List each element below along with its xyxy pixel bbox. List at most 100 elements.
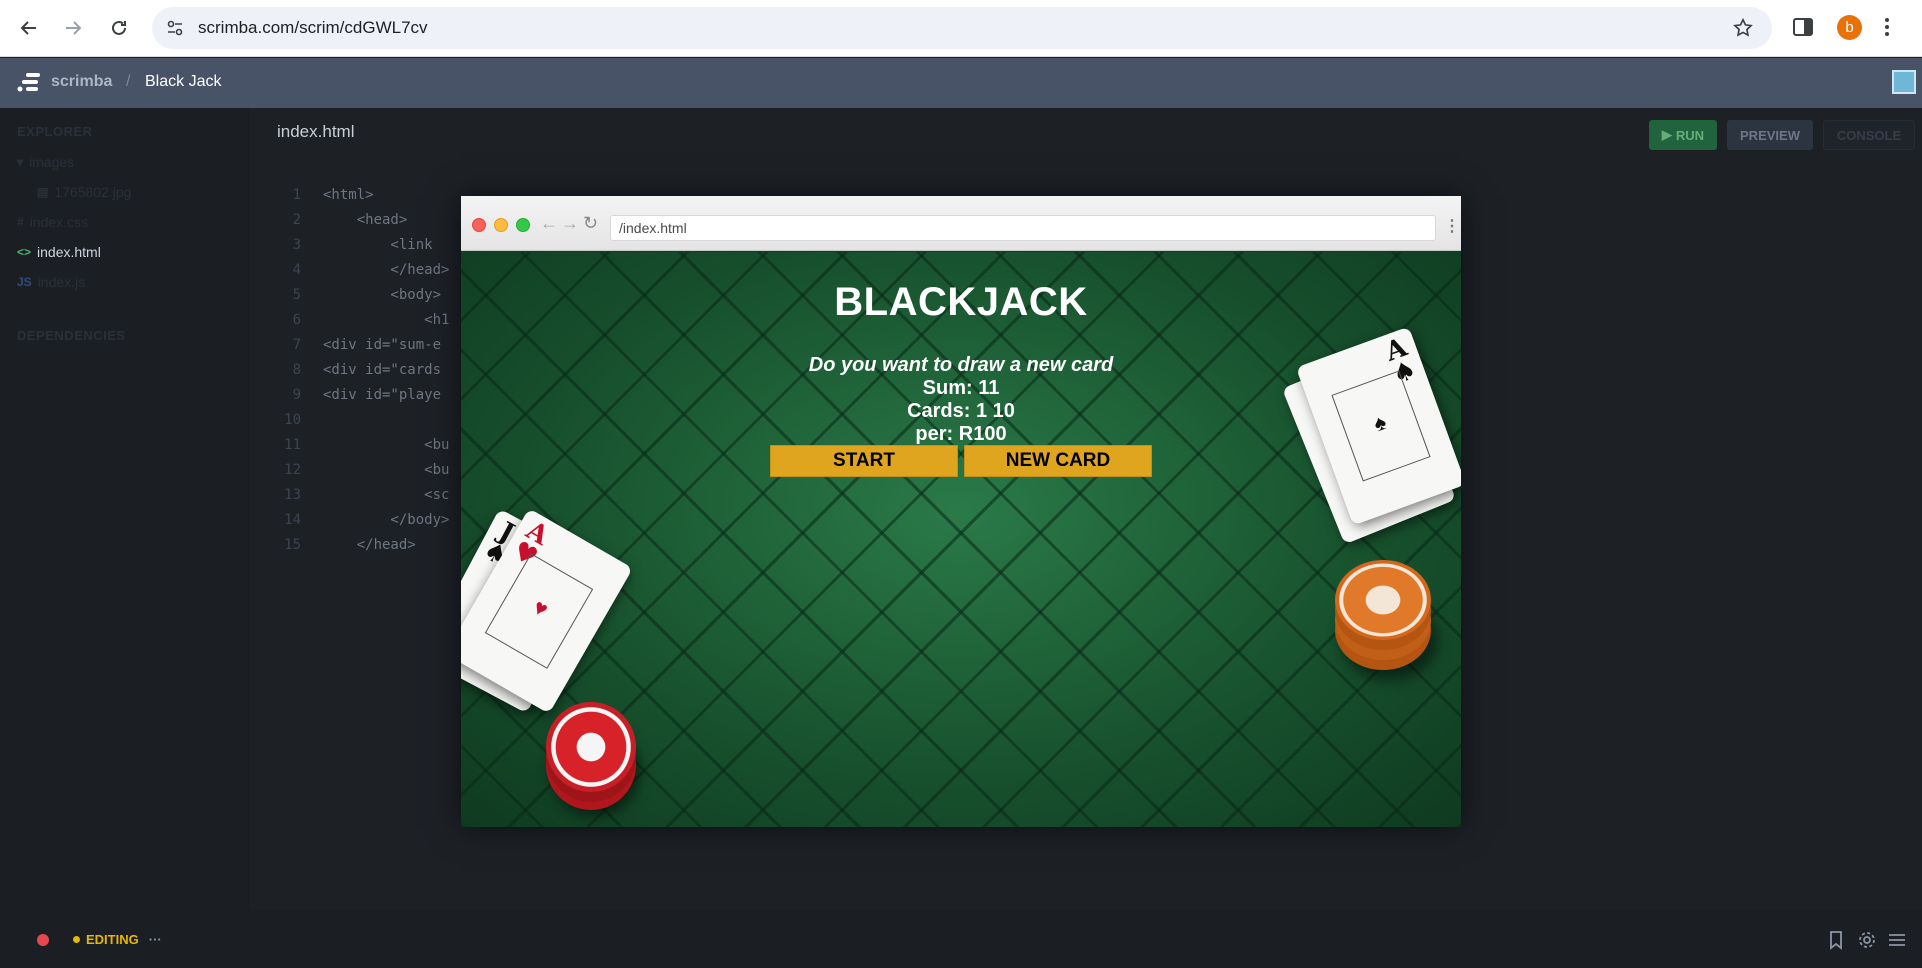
folder-label: images [29,154,75,170]
menu-hamburger-icon[interactable] [1887,930,1907,955]
status-dot [73,936,80,943]
line-number: 3 [292,237,301,253]
line-code[interactable]: <head> [323,208,408,233]
more-options[interactable]: ··· [149,932,162,947]
line-number: 13 [284,487,301,503]
line-number: 9 [292,387,301,403]
game-title: BLACKJACK [834,280,1088,324]
line-number: 11 [284,437,301,453]
bookmark-star-icon[interactable] [1732,17,1754,44]
player-text: per: R100 [915,423,1007,445]
line-code[interactable]: <h1 [323,308,449,333]
close-dot[interactable] [472,218,486,232]
folder-chevron-icon: ▾ [17,155,24,169]
line-code[interactable]: <bu [323,458,449,483]
explorer-heading: EXPLORER [17,124,93,139]
file-item-jpg[interactable]: ▤ 1765802.jpg [37,184,131,200]
line-code[interactable]: <div id="sum-e [323,333,441,358]
preview-forward-icon[interactable]: → [561,213,579,234]
profile-avatar[interactable]: b [1837,15,1862,40]
preview-browser-chrome: ← → ↻ /index.html ⋮ [461,196,1461,251]
cards-text: Cards: 1 10 [907,400,1015,422]
line-code[interactable]: </head> [323,258,449,283]
dependencies-heading: DEPENDENCIES [17,328,126,343]
side-panel-icon[interactable] [1792,16,1814,43]
editing-status[interactable]: EDITING ··· [73,932,162,947]
line-code[interactable]: </head> [323,533,416,558]
red-chip-stack-image [546,702,636,792]
line-number: 15 [284,537,301,553]
maximize-dot[interactable] [516,218,530,232]
brand-name: scrimba [51,73,113,90]
status-label: EDITING [86,932,139,947]
folder-images[interactable]: ▾ images [17,154,74,170]
line-number: 14 [284,512,301,528]
line-code[interactable]: <bu [323,433,449,458]
file-label: 1765802.jpg [54,184,132,200]
minimize-dot[interactable] [494,218,508,232]
line-number: 5 [292,287,301,303]
run-label: RUN [1675,127,1705,143]
line-number: 8 [292,362,301,378]
preview-back-icon[interactable]: ← [540,213,558,234]
line-number: 7 [292,337,301,353]
run-button[interactable]: ▶ RUN [1649,120,1717,150]
line-number: 10 [284,412,301,428]
preview-window: ← → ↻ /index.html ⋮ J ♠ A ♥ ♥ A ♠ ♠ BLACKJA… [461,196,1461,827]
user-thumbnail[interactable] [1892,70,1916,94]
scrim-title: Black Jack [145,73,222,90]
image-file-icon: ▤ [37,185,49,199]
reload-icon[interactable] [104,13,134,43]
new-card-button[interactable]: NEW CARD [964,445,1152,477]
bookmark-icon[interactable] [1828,930,1844,955]
file-item-css[interactable]: # index.css [17,214,88,230]
orange-chip-stack-image [1335,560,1431,640]
preview-button[interactable]: PREVIEW [1727,120,1813,150]
forward-icon[interactable] [58,13,88,43]
js-file-icon: JS [17,275,32,289]
console-button[interactable]: CONSOLE [1823,120,1915,150]
line-code[interactable]: <body> [323,283,441,308]
back-icon[interactable] [14,13,44,43]
line-code[interactable]: <link [323,233,432,258]
preview-reload-icon[interactable]: ↻ [583,213,598,234]
line-code[interactable]: <div id="cards [323,358,441,383]
url-text[interactable]: scrimba.com/scrim/cdGWL7cv [198,18,428,38]
settings-gear-icon[interactable] [1857,930,1877,955]
browser-toolbar: scrimba.com/scrim/cdGWL7cv b [0,0,1922,57]
line-number: 1 [292,187,301,203]
address-bar[interactable]: scrimba.com/scrim/cdGWL7cv [152,7,1772,49]
css-file-icon: # [17,215,24,229]
file-label: index.js [37,274,86,290]
scrimba-header: scrimba / Black Jack [0,58,1922,108]
line-code[interactable]: <sc [323,483,449,508]
line-code[interactable]: <html> [323,183,374,208]
line-number: 6 [292,312,301,328]
line-number: 12 [284,462,301,478]
browser-menu-icon[interactable] [1884,16,1890,43]
html-file-icon: <> [17,245,32,259]
line-code[interactable]: </body> [323,508,449,533]
breadcrumb-separator: / [126,73,131,90]
scrimba-logo[interactable]: scrimba [17,72,112,92]
file-item-js[interactable]: JS index.js [17,274,85,290]
file-item-html[interactable]: <> index.html [17,244,101,260]
sum-text: Sum: 11 [922,377,1000,399]
start-button[interactable]: START [770,445,958,477]
file-label: index.css [29,214,89,230]
play-icon: ▶ [1661,127,1672,142]
site-settings-icon[interactable] [166,19,184,37]
record-button[interactable] [37,934,49,946]
line-code[interactable]: <div id="playe [323,383,441,408]
file-tab[interactable]: index.html [277,122,354,142]
line-number: 4 [292,262,301,278]
game-message: Do you want to draw a new card [808,354,1114,376]
line-number: 2 [292,212,301,228]
explorer-sidebar: EXPLORER ▾ images ▤ 1765802.jpg # index.… [0,108,252,910]
bottom-bar: EDITING ··· [0,910,1922,968]
blackjack-page: J ♠ A ♥ ♥ A ♠ ♠ BLACKJACK Do you want to dr… [461,252,1461,827]
file-label: index.html [37,244,101,260]
preview-menu-icon[interactable]: ⋮ [1444,216,1460,236]
scrimba-logo-icon [17,73,40,92]
preview-url-field[interactable]: /index.html [610,215,1436,241]
